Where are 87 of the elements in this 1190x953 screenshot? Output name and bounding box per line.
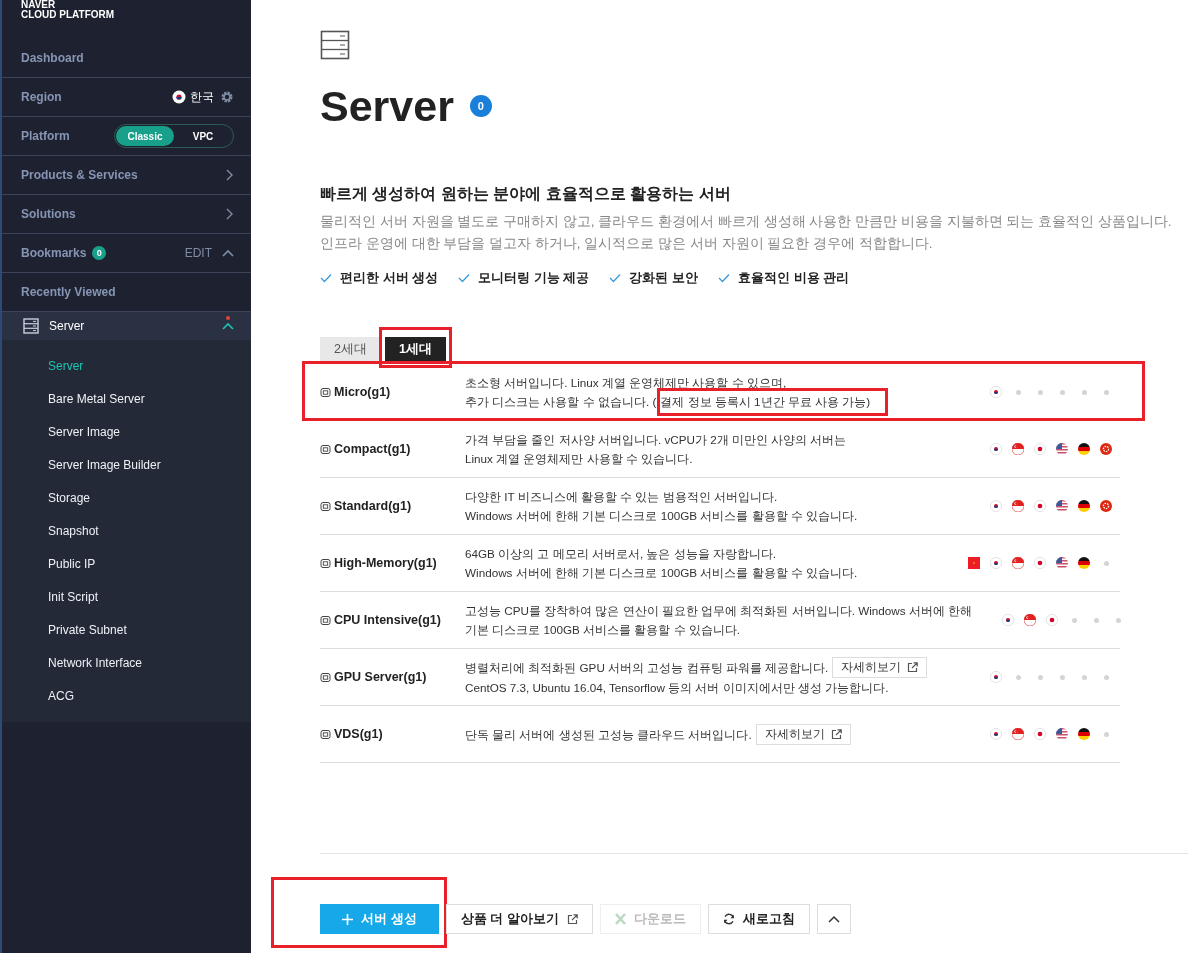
chevron-up-icon[interactable] bbox=[222, 248, 234, 258]
chip-icon bbox=[320, 500, 331, 512]
submenu-item[interactable]: Server Image bbox=[48, 424, 121, 439]
menu-label: Platform bbox=[21, 129, 71, 143]
chevron-up-icon bbox=[827, 915, 840, 923]
logo-text: NAVER bbox=[21, 0, 57, 10]
description-text: 고성능 CPU를 장착하여 많은 연산이 필요한 업무에 최적화된 서버입니다. Windows 서버에 한해 bbox=[465, 603, 973, 619]
menu-item[interactable]: Dashboard bbox=[21, 51, 234, 65]
refresh-icon bbox=[722, 913, 735, 925]
external-link-icon bbox=[566, 913, 578, 925]
note-text: 결제 정보 등록시 1년간 무료 사용 가능) bbox=[660, 394, 871, 410]
flag-icon bbox=[172, 90, 186, 104]
product-name: Compact(g1) bbox=[334, 442, 411, 456]
submenu-item[interactable]: Network Interface bbox=[48, 655, 143, 670]
chevron-up-icon[interactable] bbox=[222, 321, 234, 331]
platform-option[interactable]: VPC bbox=[174, 126, 232, 146]
product-name: Standard(g1) bbox=[334, 499, 412, 513]
description-text: Windows 서버에 한해 기본 디스크로 100GB 서비스를 활용할 수 있습니다. bbox=[465, 565, 858, 581]
count-badge: 0 bbox=[92, 246, 107, 260]
collapse-button[interactable] bbox=[816, 904, 851, 934]
description-text: 기본 디스크로 100GB 서비스를 활용할 수 있습니다. bbox=[465, 622, 741, 638]
x-icon bbox=[614, 913, 626, 925]
description-text: 추가 디스크는 사용할 수 없습니다. ( bbox=[465, 394, 657, 410]
submenu-item[interactable]: Init Script bbox=[48, 589, 98, 604]
feature-label: 효율적인 비용 관리 bbox=[738, 269, 850, 287]
product-name: Micro(g1) bbox=[334, 385, 391, 399]
gear-icon[interactable] bbox=[220, 90, 234, 104]
feature-label: 편리한 서버 생성 bbox=[340, 269, 439, 287]
product-name: CPU Intensive(g1) bbox=[334, 613, 441, 627]
feature-label: 강화된 보안 bbox=[629, 269, 699, 287]
chip-icon bbox=[320, 614, 331, 626]
chip-icon bbox=[320, 557, 331, 569]
plus-icon bbox=[342, 913, 353, 925]
count-badge: 0 bbox=[469, 95, 492, 117]
edit-link[interactable]: EDIT bbox=[184, 246, 212, 260]
details-link[interactable]: 자세히보기 bbox=[832, 657, 928, 678]
logo-text: CLOUD PLATFORM bbox=[21, 10, 116, 20]
description-text: Linux 계열 운영체제만 사용할 수 있습니다. bbox=[465, 451, 693, 467]
check-icon bbox=[320, 273, 332, 283]
description-text: 다양한 IT 비즈니스에 활용할 수 있는 범용적인 서버입니다. bbox=[465, 489, 778, 505]
chip-icon bbox=[320, 386, 331, 398]
external-link-icon bbox=[907, 662, 919, 673]
description-text: 인프라 운영에 대한 부담을 덜고자 하거나, 일시적으로 많은 서버 자원이 필요한 경우에 적합합니다. bbox=[320, 235, 934, 253]
chevron-right-icon[interactable] bbox=[224, 169, 234, 181]
description-text: 물리적인 서버 자원을 별도로 구매하지 않고, 클라우드 환경에서 빠르게 생성해 사용한 만큼만 비용을 지불하면 되는 효율적인 상품입니다. bbox=[320, 213, 1173, 231]
feature-label: 모니터링 기능 제공 bbox=[478, 269, 590, 287]
description-text: CentOS 7.3, Ubuntu 16.04, Tensorflow 등의 서버 이미지에서만 생성 가능합니다. bbox=[465, 680, 889, 696]
learn-more-button[interactable]: 상품 더 알아보기 bbox=[445, 904, 593, 934]
menu-label: Region bbox=[21, 90, 63, 104]
menu-item[interactable]: Solutions bbox=[21, 207, 224, 221]
region-value[interactable]: 한국 bbox=[190, 88, 214, 106]
menu-item[interactable]: Products & Services bbox=[21, 168, 224, 182]
submenu-item[interactable]: Bare Metal Server bbox=[48, 391, 145, 406]
server-icon bbox=[23, 318, 39, 334]
tab[interactable]: 1세대 bbox=[384, 337, 446, 362]
submenu-item[interactable]: Server bbox=[48, 358, 84, 373]
submenu-item[interactable]: Snapshot bbox=[48, 523, 99, 538]
server-icon bbox=[320, 30, 350, 60]
description-text: 64GB 이상의 고 메모리 서버로서, 높은 성능을 자랑합니다. bbox=[465, 546, 777, 562]
check-icon bbox=[718, 273, 731, 283]
chip-icon bbox=[320, 728, 331, 740]
chevron-right-icon[interactable] bbox=[224, 208, 234, 220]
description-text: 병렬처리에 최적화된 GPU 서버의 고성능 컴퓨팅 파워를 제공합니다. bbox=[465, 660, 829, 676]
product-name: VDS(g1) bbox=[334, 727, 383, 741]
refresh-button[interactable]: 새로고침 bbox=[707, 904, 810, 934]
menu-item[interactable]: Server bbox=[49, 319, 85, 333]
product-name: High-Memory(g1) bbox=[334, 556, 437, 570]
chip-icon bbox=[320, 443, 331, 455]
menu-label: Bookmarks bbox=[21, 246, 87, 260]
submenu-item[interactable]: Public IP bbox=[48, 556, 96, 571]
product-name: GPU Server(g1) bbox=[334, 670, 427, 684]
external-link-icon bbox=[830, 728, 842, 740]
section-heading: 빠르게 생성하여 원하는 분야에 효율적으로 활용하는 서버 bbox=[320, 184, 732, 204]
tab[interactable]: 2세대 bbox=[320, 337, 381, 362]
details-link[interactable]: 자세히보기 bbox=[755, 723, 851, 745]
description-text: 가격 부담을 줄인 저사양 서버입니다. vCPU가 2개 미만인 사양의 서버는 bbox=[465, 432, 847, 448]
submenu-item[interactable]: Storage bbox=[48, 490, 91, 505]
check-icon bbox=[458, 273, 471, 283]
submenu-item[interactable]: Private Subnet bbox=[48, 622, 127, 637]
submenu-item[interactable]: ACG bbox=[48, 688, 74, 703]
description-text: Windows 서버에 한해 기본 디스크로 100GB 서비스를 활용할 수 있습니다. bbox=[465, 508, 858, 524]
submenu-item[interactable]: Server Image Builder bbox=[48, 457, 161, 472]
menu-item[interactable]: Recently Viewed bbox=[21, 285, 234, 299]
description-text: 단독 물리 서버에 생성된 고성능 클라우드 서버입니다. bbox=[465, 726, 752, 743]
check-icon bbox=[609, 273, 622, 283]
chip-icon bbox=[320, 671, 331, 683]
page-title: Server bbox=[320, 81, 454, 132]
